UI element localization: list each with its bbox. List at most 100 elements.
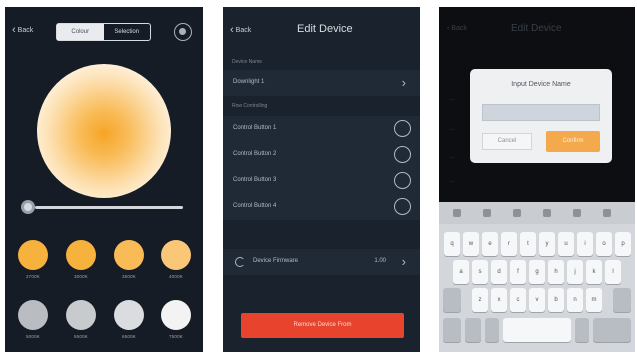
key[interactable]: d	[491, 260, 507, 284]
remove-device-button[interactable]: Remove Device From	[241, 313, 404, 338]
on-screen-keyboard: qwertyuiop asdfghjkl zxcvbnm	[439, 202, 635, 352]
sync-icon	[235, 257, 245, 267]
preset-swatch[interactable]: 5500K	[65, 300, 97, 339]
radio-circle-icon[interactable]	[394, 146, 411, 163]
preset-swatch[interactable]: 5000K	[17, 300, 49, 339]
control-button-label: Control Button 2	[233, 151, 277, 157]
clipboard-icon[interactable]	[513, 209, 521, 217]
key[interactable]: v	[529, 288, 545, 312]
key[interactable]: i	[577, 232, 593, 256]
chevron-right-icon: ›	[401, 75, 406, 90]
key[interactable]: j	[567, 260, 583, 284]
top-bar: ‹ Back Colour Selection	[5, 7, 203, 51]
key[interactable]: o	[596, 232, 612, 256]
back-button: ‹ Back	[447, 25, 467, 32]
chevron-left-icon: ‹	[230, 24, 234, 36]
key[interactable]: p	[615, 232, 631, 256]
confirm-button[interactable]: Confirm	[546, 131, 600, 152]
key[interactable]: t	[520, 232, 536, 256]
edit-device-screen: ‹ Back Edit Device Device Name Downlight …	[223, 7, 420, 352]
settings-icon[interactable]	[543, 209, 551, 217]
swatch-dot	[66, 240, 96, 270]
palette-icon[interactable]	[573, 209, 581, 217]
control-button-label: Control Button 4	[233, 203, 277, 209]
page-title: Edit Device	[511, 23, 562, 34]
preset-swatch[interactable]: 3500K	[113, 240, 145, 279]
dialog-title: Input Device Name	[511, 81, 571, 88]
brightness-slider-track[interactable]	[35, 206, 183, 209]
device-name-row[interactable]: Downlight 1 ›	[223, 70, 420, 96]
swatch-dot	[161, 300, 191, 330]
radio-circle-icon[interactable]	[394, 120, 411, 137]
key[interactable]: q	[444, 232, 460, 256]
radio-circle-icon[interactable]	[394, 198, 411, 215]
key[interactable]: r	[501, 232, 517, 256]
background-row: —	[449, 127, 454, 133]
input-dialog: Input Device Name Cancel Confirm	[470, 69, 612, 163]
back-button[interactable]: ‹ Back	[230, 24, 251, 36]
swatch-label: 2700K	[25, 274, 40, 279]
segment-colour[interactable]: Colour	[57, 24, 104, 40]
key[interactable]: z	[472, 288, 488, 312]
backspace-key[interactable]	[613, 288, 631, 312]
swatch-dot	[114, 240, 144, 270]
key[interactable]: l	[605, 260, 621, 284]
background-row: —	[449, 97, 454, 103]
control-button-row[interactable]: Control Button 3	[223, 168, 420, 194]
enter-key[interactable]	[593, 318, 631, 342]
back-button[interactable]: ‹ Back	[12, 24, 33, 36]
shift-key[interactable]	[443, 288, 461, 312]
key[interactable]: f	[510, 260, 526, 284]
control-button-row[interactable]: Control Button 1	[223, 116, 420, 142]
key[interactable]: n	[567, 288, 583, 312]
preset-swatch[interactable]: 4000K	[160, 240, 192, 279]
emoji-icon[interactable]	[453, 209, 461, 217]
key[interactable]: u	[558, 232, 574, 256]
key[interactable]: a	[453, 260, 469, 284]
firmware-row[interactable]: Device Firmware 1.00 ›	[223, 249, 420, 275]
key[interactable]: w	[463, 232, 479, 256]
background-row: —	[449, 179, 454, 185]
space-key[interactable]	[503, 318, 571, 342]
brightness-slider-thumb[interactable]	[21, 200, 35, 214]
back-label: Back	[235, 27, 252, 34]
segment-selection[interactable]: Selection	[104, 24, 151, 40]
gear-icon[interactable]	[174, 23, 192, 41]
swatch-dot	[18, 240, 48, 270]
control-button-row[interactable]: Control Button 2	[223, 142, 420, 168]
colour-temperature-wheel[interactable]	[37, 64, 171, 198]
cancel-button[interactable]: Cancel	[482, 133, 532, 150]
swatch-label: 7500K	[168, 334, 183, 339]
swatch-label: 6500K	[121, 334, 136, 339]
gif-icon[interactable]	[483, 209, 491, 217]
mode-segmented-control[interactable]: Colour Selection	[56, 23, 151, 41]
key[interactable]: x	[491, 288, 507, 312]
swatch-label: 5000K	[25, 334, 40, 339]
radio-circle-icon[interactable]	[394, 172, 411, 189]
rename-device-screen: ‹ Back Edit Device — — — — Input Device …	[439, 7, 635, 352]
comma-key[interactable]	[485, 318, 499, 342]
key[interactable]: e	[482, 232, 498, 256]
emoji-key[interactable]	[465, 318, 481, 342]
swatch-dot	[161, 240, 191, 270]
preset-swatch[interactable]: 6500K	[113, 300, 145, 339]
swatch-label: 5500K	[73, 334, 88, 339]
control-button-label: Control Button 3	[233, 177, 277, 183]
firmware-version: 1.00	[374, 258, 386, 264]
key[interactable]: y	[539, 232, 555, 256]
key[interactable]: k	[586, 260, 602, 284]
key[interactable]: b	[548, 288, 564, 312]
preset-swatch[interactable]: 3000K	[65, 240, 97, 279]
preset-swatch[interactable]: 7500K	[160, 300, 192, 339]
key[interactable]: h	[548, 260, 564, 284]
preset-swatch[interactable]: 2700K	[17, 240, 49, 279]
key[interactable]: c	[510, 288, 526, 312]
symbols-key[interactable]	[443, 318, 461, 342]
microphone-icon[interactable]	[603, 209, 611, 217]
period-key[interactable]	[575, 318, 589, 342]
key[interactable]: g	[529, 260, 545, 284]
device-name-input[interactable]	[482, 104, 600, 121]
control-button-row[interactable]: Control Button 4	[223, 194, 420, 220]
key[interactable]: s	[472, 260, 488, 284]
key[interactable]: m	[586, 288, 602, 312]
